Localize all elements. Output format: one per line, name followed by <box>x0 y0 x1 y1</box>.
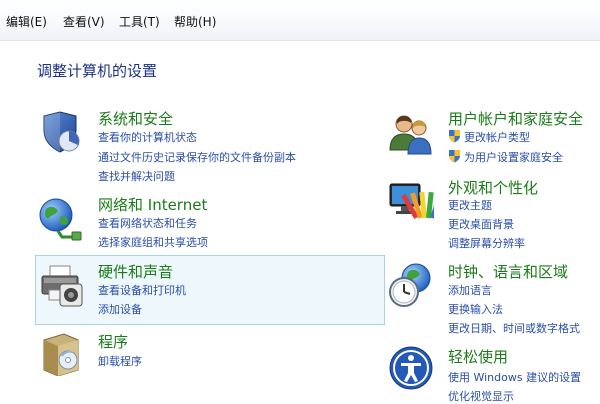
system-security-title[interactable]: 系统和安全 <box>98 108 173 129</box>
user-accounts-title[interactable]: 用户帐户和家庭安全 <box>448 108 583 129</box>
troubleshoot-link[interactable]: 查找并解决问题 <box>98 168 175 184</box>
network-status-link[interactable]: 查看网络状态和任务 <box>98 215 197 231</box>
recommended-settings-link[interactable]: 使用 Windows 建议的设置 <box>448 369 581 385</box>
clock-globe-icon[interactable] <box>388 262 432 307</box>
view-computer-status-link[interactable]: 查看你的计算机状态 <box>98 129 197 145</box>
change-date-time-format-link[interactable]: 更改日期、时间或数字格式 <box>448 320 580 336</box>
ease-of-access-icon[interactable] <box>388 345 433 390</box>
menu-help[interactable]: 帮助(H) <box>174 13 216 30</box>
adjust-screen-resolution-link[interactable]: 调整屏幕分辨率 <box>448 235 525 251</box>
change-account-type-link[interactable]: 更改帐户类型 <box>464 129 530 145</box>
add-language-link[interactable]: 添加语言 <box>448 282 492 298</box>
menu-bar: 编辑(E) 查看(V) 工具(T) 帮助(H) <box>0 0 600 41</box>
change-theme-link[interactable]: 更改主题 <box>448 197 492 213</box>
page-title: 调整计算机的设置 <box>37 62 158 80</box>
add-device-link[interactable]: 添加设备 <box>98 301 142 317</box>
menu-edit[interactable]: 编辑(E) <box>6 13 47 30</box>
hardware-sound-title[interactable]: 硬件和声音 <box>98 261 173 282</box>
clock-language-title[interactable]: 时钟、语言和区域 <box>448 261 568 282</box>
homegroup-sharing-link[interactable]: 选择家庭组和共享选项 <box>98 234 208 250</box>
appearance-title[interactable]: 外观和个性化 <box>448 177 538 198</box>
monitor-palette-icon[interactable] <box>388 178 443 222</box>
change-input-method-link[interactable]: 更换输入法 <box>448 301 503 317</box>
uac-shield-icon <box>449 150 460 163</box>
optimize-visual-display-link[interactable]: 优化视觉显示 <box>448 388 514 404</box>
devices-printers-link[interactable]: 查看设备和打印机 <box>98 282 186 298</box>
programs-box-icon[interactable] <box>38 330 82 377</box>
menu-tools[interactable]: 工具(T) <box>119 13 160 30</box>
ease-of-access-title[interactable]: 轻松使用 <box>448 346 508 367</box>
family-safety-link[interactable]: 为用户设置家庭安全 <box>464 149 563 165</box>
users-icon[interactable] <box>388 110 432 155</box>
change-desktop-background-link[interactable]: 更改桌面背景 <box>448 216 514 232</box>
hardware-sound-hover-highlight <box>35 255 385 325</box>
network-internet-title[interactable]: 网络和 Internet <box>98 194 207 215</box>
programs-title[interactable]: 程序 <box>98 331 128 352</box>
network-globe-icon[interactable] <box>36 195 82 241</box>
shield-icon[interactable] <box>38 110 82 154</box>
file-history-backup-link[interactable]: 通过文件历史记录保存你的文件备份副本 <box>98 149 296 165</box>
uninstall-program-link[interactable]: 卸载程序 <box>98 353 142 369</box>
uac-shield-icon <box>449 130 460 143</box>
printer-icon[interactable] <box>38 262 83 307</box>
menu-view[interactable]: 查看(V) <box>63 13 105 30</box>
